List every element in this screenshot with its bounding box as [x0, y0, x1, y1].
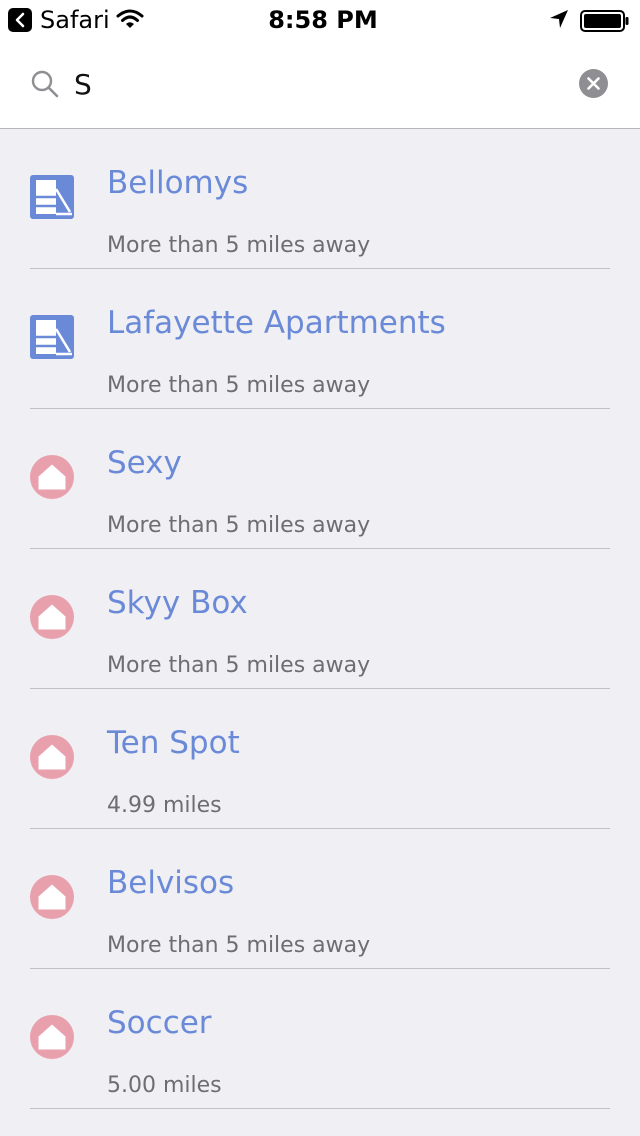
building-icon	[30, 315, 74, 359]
result-name: Ten Spot	[107, 725, 240, 761]
search-input[interactable]	[74, 62, 554, 106]
result-name: Skyy Box	[107, 585, 248, 621]
house-icon	[30, 1015, 74, 1059]
list-item[interactable]: Sexy More than 5 miles away	[0, 409, 640, 549]
location-arrow-icon	[550, 10, 568, 28]
house-icon	[30, 735, 74, 779]
close-icon	[587, 77, 600, 90]
list-item[interactable]: Lafayette Apartments More than 5 miles a…	[0, 269, 640, 409]
building-icon	[30, 175, 74, 219]
result-name: Belvisos	[107, 865, 235, 901]
result-distance: More than 5 miles away	[107, 653, 371, 678]
result-name: Bellomys	[107, 165, 249, 201]
result-distance: More than 5 miles away	[107, 373, 371, 398]
clear-search-button[interactable]	[579, 69, 608, 98]
list-item[interactable]: Belvisos More than 5 miles away	[0, 829, 640, 969]
results-list: Bellomys More than 5 miles away Lafayett…	[0, 129, 640, 1109]
result-distance: More than 5 miles away	[107, 933, 371, 958]
result-distance: 5.00 miles	[107, 1073, 222, 1098]
result-distance: More than 5 miles away	[107, 513, 371, 538]
house-icon	[30, 875, 74, 919]
list-item[interactable]: Ten Spot 4.99 miles	[0, 689, 640, 829]
result-name: Lafayette Apartments	[107, 305, 446, 341]
result-distance: More than 5 miles away	[107, 233, 371, 258]
result-name: Soccer	[107, 1005, 212, 1041]
status-bar: Safari 8:58 PM	[0, 0, 640, 40]
result-name: Sexy	[107, 445, 182, 481]
list-item[interactable]: Bellomys More than 5 miles away	[0, 129, 640, 269]
search-icon	[31, 70, 59, 98]
list-item[interactable]: Skyy Box More than 5 miles away	[0, 549, 640, 689]
result-distance: 4.99 miles	[107, 793, 222, 818]
divider	[30, 1108, 610, 1109]
search-bar	[0, 40, 640, 129]
house-icon	[30, 595, 74, 639]
list-item[interactable]: Soccer 5.00 miles	[0, 969, 640, 1109]
battery-icon	[580, 10, 629, 32]
status-time: 8:58 PM	[268, 6, 378, 34]
house-icon	[30, 455, 74, 499]
